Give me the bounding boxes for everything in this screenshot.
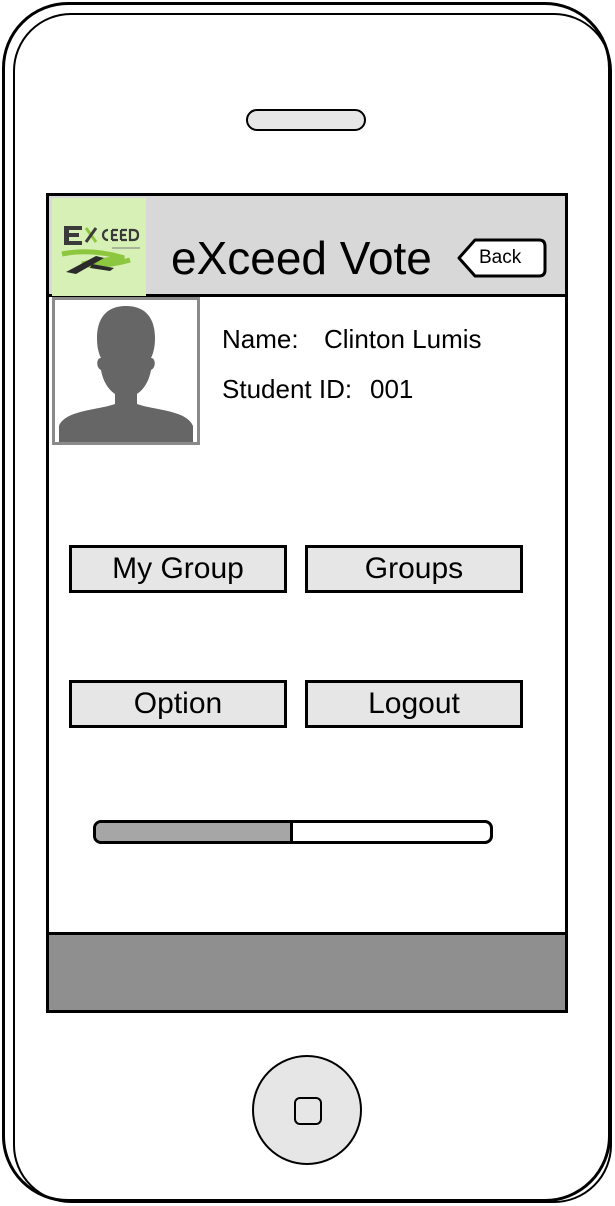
- user-silhouette-icon: [59, 306, 193, 442]
- student-id-label: Student ID:: [222, 374, 353, 404]
- phone-speaker: [246, 109, 366, 131]
- back-button-label: Back: [479, 247, 522, 268]
- app-header: eXceed Vote Back: [49, 196, 565, 297]
- student-id-value: 001: [370, 374, 414, 404]
- app-screen: eXceed Vote Back Name: Clinton Lumis Stu…: [46, 193, 568, 1013]
- my-group-button[interactable]: My Group: [69, 545, 287, 593]
- progress-bar: [93, 820, 493, 844]
- name-label: Name:: [222, 324, 299, 354]
- back-button[interactable]: Back: [457, 238, 547, 278]
- home-button[interactable]: [252, 1055, 362, 1165]
- option-button[interactable]: Option: [69, 680, 287, 728]
- name-value: Clinton Lumis: [324, 324, 482, 354]
- exceed-logo: [52, 198, 146, 296]
- avatar: [52, 297, 200, 445]
- progress-bar-fill: [96, 823, 293, 841]
- logout-button[interactable]: Logout: [305, 680, 523, 728]
- groups-button[interactable]: Groups: [305, 545, 523, 593]
- app-title: eXceed Vote: [171, 232, 432, 284]
- home-square-icon: [294, 1097, 322, 1125]
- exceed-logo-graphic: [61, 226, 140, 274]
- bottom-bar: [49, 932, 565, 1010]
